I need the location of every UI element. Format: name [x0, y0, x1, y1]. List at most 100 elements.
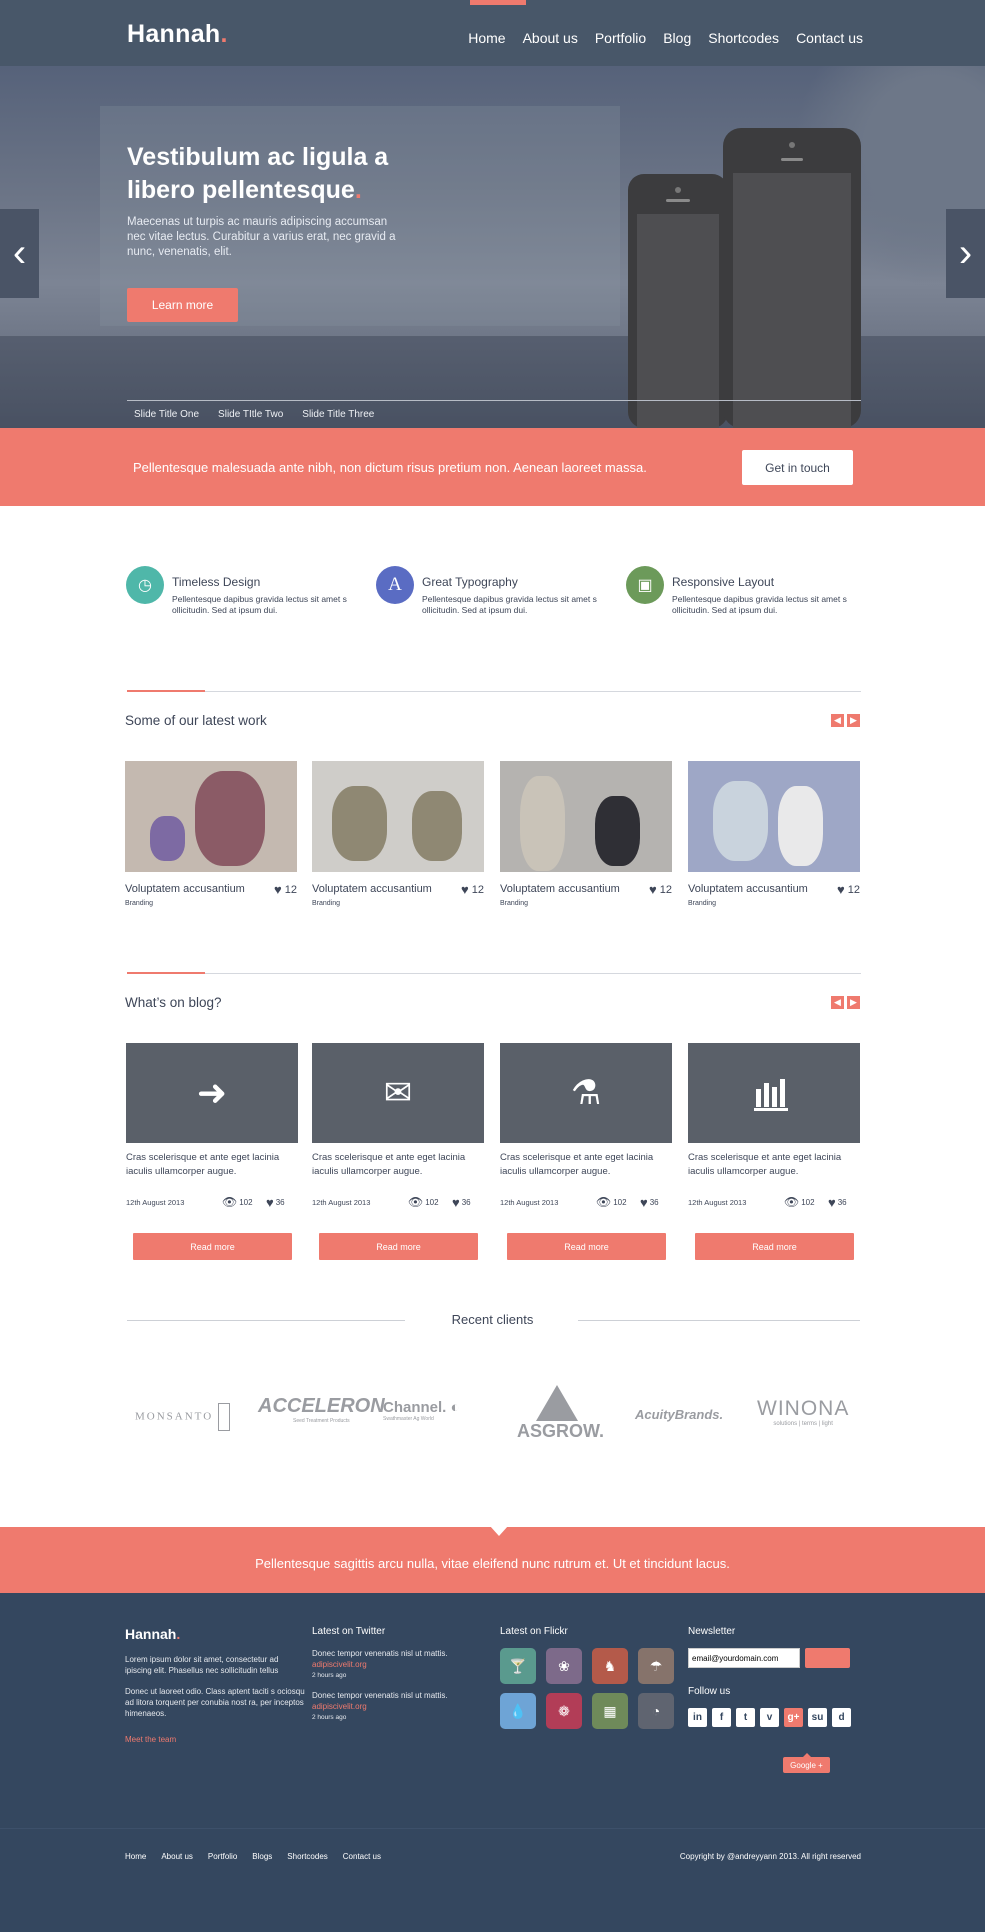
footer-nav-home[interactable]: Home [125, 1852, 146, 1861]
tweet-link[interactable]: adipiscivelit.org [312, 1659, 492, 1670]
dribbble-icon[interactable]: d [832, 1708, 851, 1727]
umbrella-icon[interactable]: ☂ [638, 1648, 674, 1684]
work-likes[interactable]: ♥ 12 [649, 882, 672, 897]
footer-nav-about[interactable]: About us [161, 1852, 193, 1861]
nav-home[interactable]: Home [468, 30, 505, 46]
band-notch [490, 1526, 508, 1536]
work-thumbnail[interactable] [688, 761, 860, 872]
tweet-time: 2 hours ago [312, 1714, 347, 1721]
newsletter-email-input[interactable] [688, 1648, 800, 1668]
phone-small-image [628, 174, 728, 428]
footer-nav-blogs[interactable]: Blogs [252, 1852, 272, 1861]
feature-title: Great Typography [422, 575, 518, 589]
client-logo-monsanto[interactable]: MONSANTO [135, 1403, 230, 1431]
work-thumbnail[interactable] [312, 761, 484, 872]
carousel-prev-button[interactable]: ◀ [831, 996, 844, 1009]
clients-heading: Recent clients [451, 1312, 534, 1327]
slider-prev-button[interactable]: ‹ [0, 209, 39, 298]
read-more-button[interactable]: Read more [133, 1233, 292, 1260]
work-likes[interactable]: ♥ 12 [274, 882, 297, 897]
chevron-left-icon: ‹ [12, 231, 27, 275]
facebook-icon[interactable]: f [712, 1708, 731, 1727]
work-likes[interactable]: ♥ 12 [461, 882, 484, 897]
slide-title-2[interactable]: Slide TItle Two [218, 409, 283, 420]
newsletter-submit-button[interactable] [805, 1648, 850, 1668]
meet-the-team-link[interactable]: Meet the team [125, 1735, 176, 1744]
read-more-button[interactable]: Read more [507, 1233, 666, 1260]
learn-more-button[interactable]: Learn more [127, 288, 238, 322]
work-thumbnail[interactable] [500, 761, 672, 872]
footer-nav: Home About us Portfolio Blogs Shortcodes… [125, 1852, 381, 1861]
hero-title-dot: . [354, 176, 362, 204]
work-item[interactable]: Voluptatem accusantium Branding ♥ 12 [500, 761, 672, 907]
blog-thumbnail[interactable]: ✉ [312, 1043, 484, 1143]
blog-thumbnail[interactable] [688, 1043, 860, 1143]
client-logo-acuity[interactable]: AcuityBrands. [635, 1407, 723, 1422]
work-title[interactable]: Voluptatem accusantium [125, 883, 245, 895]
blog-likes[interactable]: ♥ 36 [266, 1195, 285, 1210]
blog-date: 12th August 2013 [500, 1198, 559, 1207]
section-divider [127, 973, 861, 974]
nav-about[interactable]: About us [523, 30, 578, 46]
likes-count: 12 [471, 883, 484, 896]
carousel-next-button[interactable]: ▶ [847, 996, 860, 1009]
tweet-link[interactable]: adipiscivelit.org [312, 1701, 492, 1712]
drops-icon[interactable]: 💧 [500, 1693, 536, 1729]
pinwheel-icon[interactable]: ❁ [546, 1693, 582, 1729]
slider-next-button[interactable]: › [946, 209, 985, 298]
stumbleupon-icon[interactable]: su [808, 1708, 827, 1727]
blog-likes[interactable]: ♥ 36 [452, 1195, 471, 1210]
feature-title: Timeless Design [172, 575, 261, 589]
horse-icon[interactable]: ♞ [592, 1648, 628, 1684]
work-item[interactable]: Voluptatem accusantium Branding ♥ 12 [312, 761, 484, 907]
blog-likes[interactable]: ♥ 36 [640, 1195, 659, 1210]
work-category: Branding [125, 900, 154, 907]
work-item[interactable]: Voluptatem accusantium Branding ♥ 12 [125, 761, 297, 907]
google-plus-icon[interactable]: g+ [784, 1708, 803, 1727]
work-title[interactable]: Voluptatem accusantium [312, 883, 432, 895]
work-thumbnail[interactable] [125, 761, 297, 872]
get-in-touch-button[interactable]: Get in touch [742, 450, 853, 485]
typography-icon: A [376, 566, 414, 604]
gift-icon[interactable]: ▦ [592, 1693, 628, 1729]
nav-shortcodes[interactable]: Shortcodes [708, 30, 779, 46]
work-title[interactable]: Voluptatem accusantium [688, 883, 808, 895]
work-title[interactable]: Voluptatem accusantium [500, 883, 620, 895]
work-likes[interactable]: ♥ 12 [837, 882, 860, 897]
blog-likes[interactable]: ♥ 36 [828, 1195, 847, 1210]
client-logo-text: ACCELERON [258, 1395, 385, 1417]
read-more-button[interactable]: Read more [319, 1233, 478, 1260]
nav-blog[interactable]: Blog [663, 30, 691, 46]
vimeo-icon[interactable]: v [760, 1708, 779, 1727]
footer-nav-contact[interactable]: Contact us [343, 1852, 381, 1861]
read-more-button[interactable]: Read more [695, 1233, 854, 1260]
blog-thumbnail[interactable]: ⚗ [500, 1043, 672, 1143]
client-logo-channel[interactable]: Channel. ◐ Swathmaster Ag World [383, 1399, 460, 1422]
chart-icon[interactable]: ◔ [638, 1693, 674, 1729]
google-plus-tooltip: Google + [783, 1753, 830, 1773]
footer-logo[interactable]: Hannah. [125, 1626, 305, 1642]
site-logo[interactable]: Hannah. [127, 20, 228, 49]
work-grid: Voluptatem accusantium Branding ♥ 12 Volu… [0, 761, 985, 911]
slide-title-3[interactable]: Slide Title Three [302, 409, 374, 420]
newsletter-heading: Newsletter [688, 1626, 736, 1637]
blog-thumbnail[interactable]: ➜ [126, 1043, 298, 1143]
carousel-prev-button[interactable]: ◀ [831, 714, 844, 727]
carousel-next-button[interactable]: ▶ [847, 714, 860, 727]
client-logo-winona[interactable]: WINONA solutions | terms | light [757, 1397, 849, 1427]
footer-flickr: Latest on Flickr 🍸 ❀ ♞ ☂ 💧 ❁ ▦ ◔ [500, 1626, 680, 1729]
footer-nav-portfolio[interactable]: Portfolio [208, 1852, 237, 1861]
leaf-icon[interactable]: ❀ [546, 1648, 582, 1684]
clock-icon: ◷ [126, 566, 164, 604]
nav-contact[interactable]: Contact us [796, 30, 863, 46]
slide-title-1[interactable]: Slide Title One [134, 409, 199, 420]
nav-portfolio[interactable]: Portfolio [595, 30, 646, 46]
client-logo-asgrow[interactable]: ASGROW. [517, 1385, 604, 1442]
client-logo-acceleron[interactable]: ACCELERON Seed Treatment Products [258, 1395, 385, 1424]
twitter-icon[interactable]: t [736, 1708, 755, 1727]
footer-nav-shortcodes[interactable]: Shortcodes [287, 1852, 327, 1861]
cocktail-icon[interactable]: 🍸 [500, 1648, 536, 1684]
work-item[interactable]: Voluptatem accusantium Branding ♥ 12 [688, 761, 860, 907]
linkedin-icon[interactable]: in [688, 1708, 707, 1727]
chevron-right-icon: ▶ [847, 714, 860, 727]
